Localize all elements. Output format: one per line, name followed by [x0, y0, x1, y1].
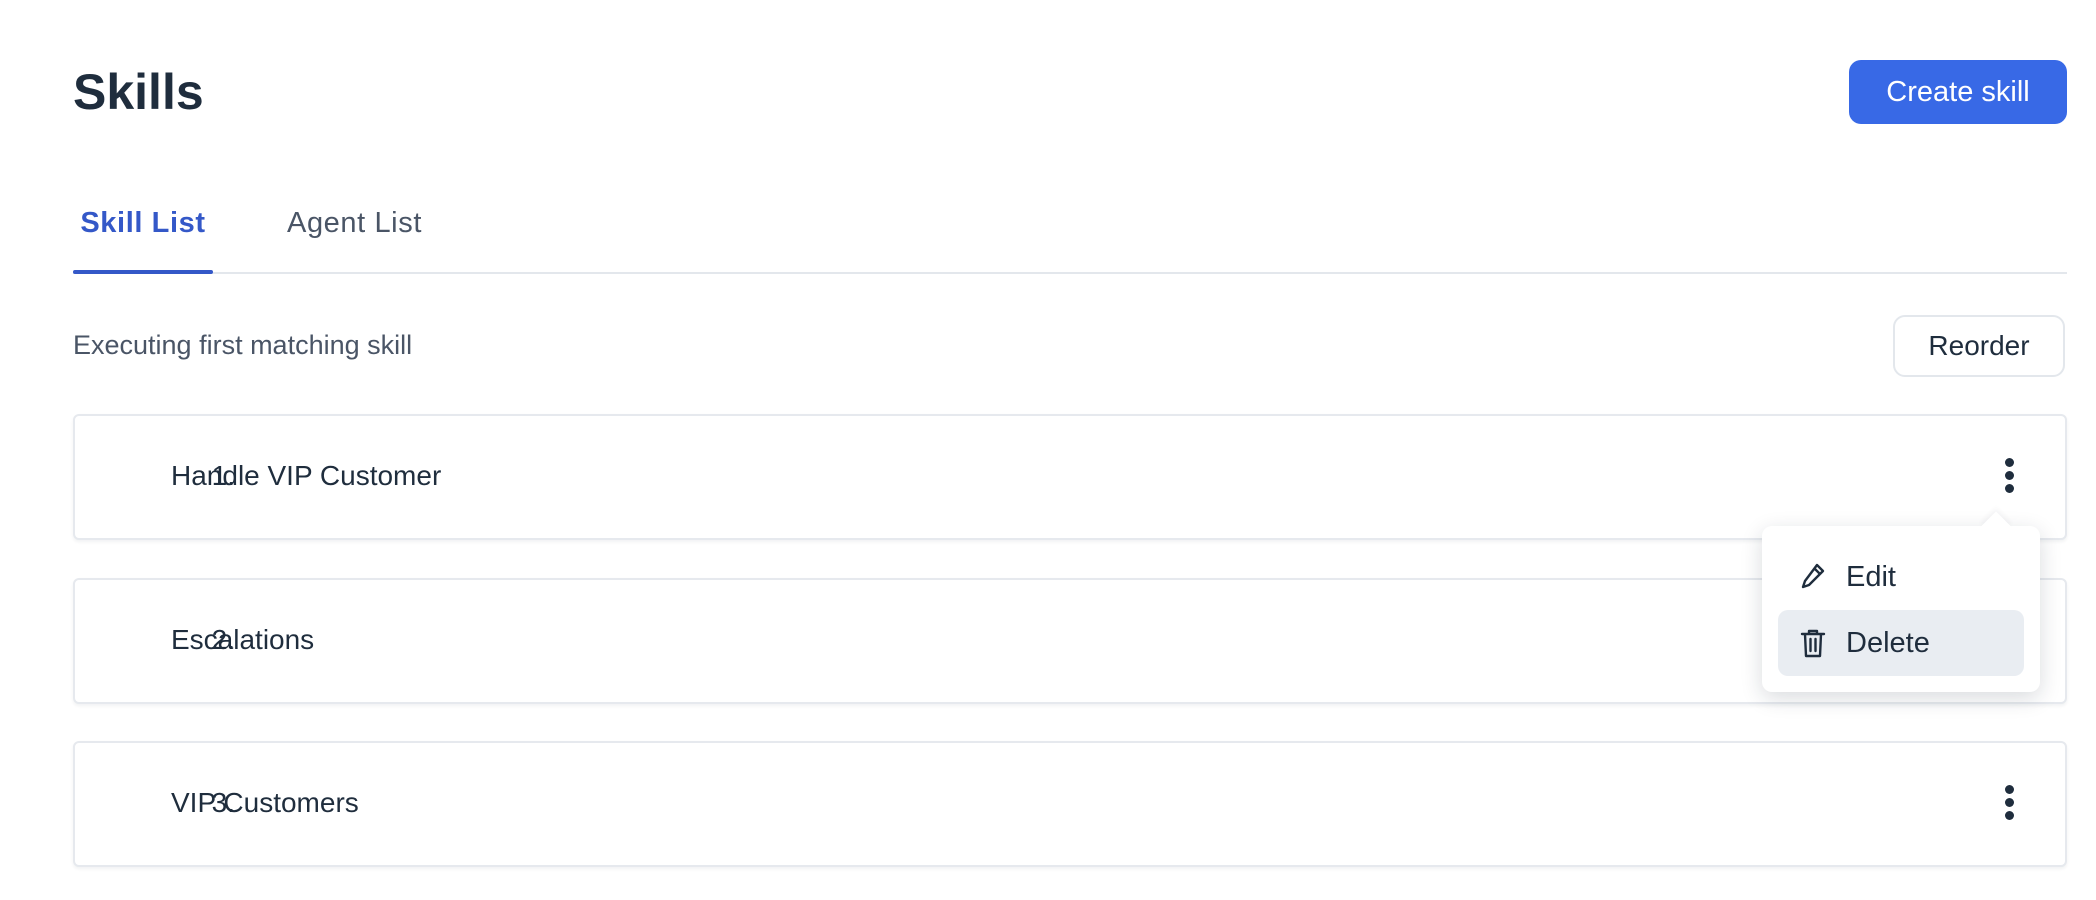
skill-card[interactable]: 3. VIP Customers — [73, 741, 2067, 867]
skill-name: VIP Customers — [171, 787, 359, 818]
pencil-icon — [1798, 561, 1828, 593]
reorder-button[interactable]: Reorder — [1893, 315, 2065, 377]
skill-name: Escalations — [171, 624, 315, 655]
tab-skill-list[interactable]: Skill List — [73, 186, 213, 274]
tab-agent-list[interactable]: Agent List — [287, 186, 422, 272]
execution-mode-text: Executing first matching skill — [73, 330, 413, 360]
create-skill-button[interactable]: Create skill — [1849, 60, 2067, 124]
menu-item-label: Edit — [1846, 561, 1896, 593]
menu-item-delete[interactable]: Delete — [1778, 610, 2024, 676]
more-options-icon[interactable] — [1999, 785, 2019, 821]
skill-context-menu: Edit Delete — [1762, 526, 2040, 692]
page-title: Skills — [73, 64, 204, 120]
trash-icon — [1798, 627, 1828, 659]
menu-item-edit[interactable]: Edit — [1778, 544, 2024, 610]
more-options-icon[interactable] — [1999, 458, 2019, 494]
skill-card[interactable]: 1. Handle VIP Customer — [73, 414, 2067, 540]
menu-item-label: Delete — [1846, 627, 1930, 659]
skill-name: Handle VIP Customer — [171, 460, 442, 491]
tab-bar: Skill List Agent List — [73, 186, 2067, 274]
